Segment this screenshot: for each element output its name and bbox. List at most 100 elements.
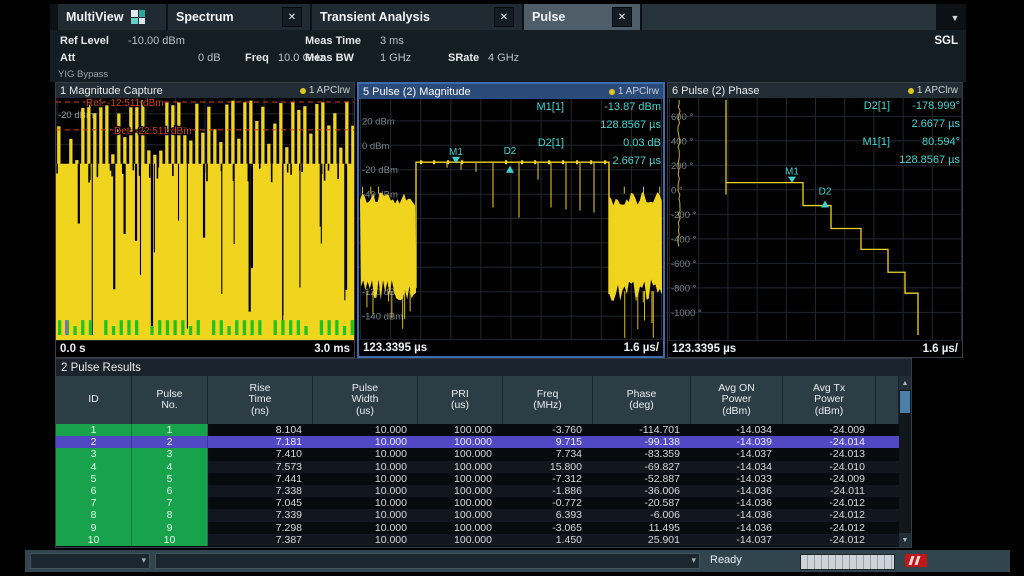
status-message-dropdown[interactable] — [155, 553, 700, 569]
table-cell-value: 10.000 — [313, 522, 418, 534]
table-cell-value — [876, 436, 899, 448]
table-cell-id: 10 — [56, 534, 132, 546]
table-cell-value: 100.000 — [418, 424, 503, 436]
table-cell-id: 5 — [56, 473, 132, 485]
close-tab-pulse-button[interactable] — [612, 7, 632, 27]
scroll-up-button[interactable] — [899, 376, 911, 390]
table-cell-value: -24.012 — [783, 522, 876, 534]
table-cell-value: -3.065 — [503, 522, 593, 534]
w5-x-scale: 1.6 µs/ — [624, 342, 659, 354]
marker-readout-label: M1[1] — [862, 136, 890, 148]
table-cell-value: 7.298 — [208, 522, 313, 534]
svg-text:200 °: 200 ° — [671, 161, 693, 172]
table-cell-value: -69.827 — [593, 461, 691, 473]
svg-text:M1: M1 — [449, 147, 463, 158]
table-cell-value: -14.039 — [691, 436, 783, 448]
table-row[interactable]: 227.18110.000100.0009.715-99.138-14.039-… — [56, 436, 899, 448]
sweep-progress-bar — [800, 554, 895, 570]
tab-transient-analysis[interactable]: Transient Analysis — [312, 4, 522, 30]
close-tab-spectrum-button[interactable] — [282, 7, 302, 27]
table-cell-value: -14.033 — [691, 473, 783, 485]
tab-multiview[interactable]: MultiView — [58, 4, 166, 30]
tab-spectrum[interactable]: Spectrum — [168, 4, 310, 30]
meas-bw-label: Meas BW — [305, 52, 354, 64]
svg-text:-800 °: -800 ° — [671, 283, 697, 294]
table-cell-value: -14.036 — [691, 497, 783, 509]
window-pulse-phase[interactable]: 6 Pulse (2) Phase 1 APClrw 600 °400 °200… — [667, 82, 963, 358]
table-cell-value: 100.000 — [418, 473, 503, 485]
channel-info-bar[interactable]: Ref Level -10.00 dBm Meas Time 3 ms Att … — [50, 30, 966, 82]
table-row[interactable]: 667.33810.000100.000-1.886-36.006-14.036… — [56, 485, 899, 497]
close-tab-transient-button[interactable] — [494, 7, 514, 27]
w6-x-scale: 1.6 µs/ — [923, 343, 958, 355]
table-cell-id: 5 — [132, 473, 208, 485]
meas-bw-value: 1 GHz — [380, 52, 411, 64]
table-cell-value — [876, 534, 899, 546]
svg-text:20 dBm: 20 dBm — [362, 116, 395, 127]
table-cell-value: 7.339 — [208, 509, 313, 521]
window-pulse-magnitude[interactable]: 5 Pulse (2) Magnitude 1 APClrw 20 dBm0 d… — [357, 82, 665, 358]
table-vertical-scrollbar[interactable] — [899, 376, 911, 547]
table-row[interactable]: 557.44110.000100.000-7.312-52.887-14.033… — [56, 473, 899, 485]
table-body[interactable]: 118.10410.000100.000-3.760-114.701-14.03… — [56, 424, 899, 546]
window5-titlebar[interactable]: 5 Pulse (2) Magnitude 1 APClrw — [359, 84, 663, 99]
table-row[interactable]: 447.57310.000100.00015.800-69.827-14.034… — [56, 461, 899, 473]
table-cell-value: 10.000 — [313, 485, 418, 497]
window6-graph[interactable]: 600 °400 °200 °0 °-200 °-400 °-600 °-800… — [668, 98, 962, 340]
window5-graph[interactable]: 20 dBm0 dBm-20 dBm-40 dBm-60 dBm-80 dBm-… — [359, 99, 663, 339]
table-cell-value — [876, 497, 899, 509]
marker-readout-label: D2[1] — [864, 100, 890, 112]
window1-graph[interactable]: -20 dBmRef. -12.511 dBmDet. -22.511 dBm — [56, 98, 354, 340]
scrollbar-thumb[interactable] — [900, 391, 910, 413]
table-column-header: ID — [56, 376, 132, 424]
marker-readout-value: 128.8567 µs — [600, 119, 661, 131]
table-cell-value — [876, 509, 899, 521]
yig-bypass-label: YIG Bypass — [58, 69, 108, 80]
window-pulse-results[interactable]: 2 Pulse Results IDPulseNo.RiseTime(ns)Pu… — [55, 358, 912, 548]
svg-text:-1000 °: -1000 ° — [671, 308, 702, 319]
table-row[interactable]: 887.33910.000100.0006.393-6.006-14.036-2… — [56, 509, 899, 521]
table-cell-id: 6 — [132, 485, 208, 497]
table-cell-id: 8 — [132, 509, 208, 521]
table-row[interactable]: 118.10410.000100.000-3.760-114.701-14.03… — [56, 424, 899, 436]
status-dropdown-left[interactable] — [30, 553, 150, 569]
table-column-header: PRI(us) — [418, 376, 503, 424]
table-cell-value: 7.181 — [208, 436, 313, 448]
svg-text:D2: D2 — [504, 146, 517, 157]
tab-overflow-button[interactable] — [946, 10, 964, 25]
table-row[interactable]: 10107.38710.000100.0001.45025.901-14.037… — [56, 534, 899, 546]
table-cell-value: 7.734 — [503, 448, 593, 460]
table-row[interactable]: 777.04510.000100.000-0.772-20.587-14.036… — [56, 497, 899, 509]
table-cell-value: -114.701 — [593, 424, 691, 436]
table-cell-value: 100.000 — [418, 461, 503, 473]
svg-text:-200 °: -200 ° — [671, 210, 697, 221]
table-cell-value: -52.887 — [593, 473, 691, 485]
table-cell-value — [876, 448, 899, 460]
table-cell-value: 10.000 — [313, 436, 418, 448]
table-cell-id: 7 — [132, 497, 208, 509]
tab-pulse[interactable]: Pulse — [524, 4, 640, 30]
tab-spectrum-label: Spectrum — [176, 10, 234, 24]
table-row[interactable]: 337.41010.000100.0007.734-83.359-14.037-… — [56, 448, 899, 460]
svg-text:600 °: 600 ° — [671, 112, 693, 123]
svg-text:-140 dBm: -140 dBm — [362, 312, 403, 323]
table-cell-value: -24.011 — [783, 485, 876, 497]
scroll-down-button[interactable] — [899, 533, 911, 547]
table-cell-id: 7 — [56, 497, 132, 509]
table-cell-value: 10.000 — [313, 448, 418, 460]
table-cell-value: 25.901 — [593, 534, 691, 546]
table-row[interactable]: 997.29810.000100.000-3.06511.495-14.036-… — [56, 522, 899, 534]
meas-time-label: Meas Time — [305, 35, 361, 47]
window-magnitude-capture[interactable]: 1 Magnitude Capture 1 APClrw -20 dBmRef.… — [55, 82, 355, 358]
table-cell-value: 10.000 — [313, 461, 418, 473]
table-cell-id: 9 — [56, 522, 132, 534]
att-label: Att — [60, 52, 75, 64]
table-cell-value: 10.000 — [313, 509, 418, 521]
window6-titlebar[interactable]: 6 Pulse (2) Phase 1 APClrw — [668, 83, 962, 98]
table-header-row: IDPulseNo.RiseTime(ns)PulseWidth(us)PRI(… — [56, 376, 899, 424]
table-column-header: Phase(deg) — [593, 376, 691, 424]
window1-titlebar[interactable]: 1 Magnitude Capture 1 APClrw — [56, 83, 354, 98]
status-bar: Ready — [25, 550, 1010, 572]
table-cell-value: -14.036 — [691, 509, 783, 521]
window5-xaxis: 123.3395 µs 1.6 µs/ — [359, 339, 663, 356]
